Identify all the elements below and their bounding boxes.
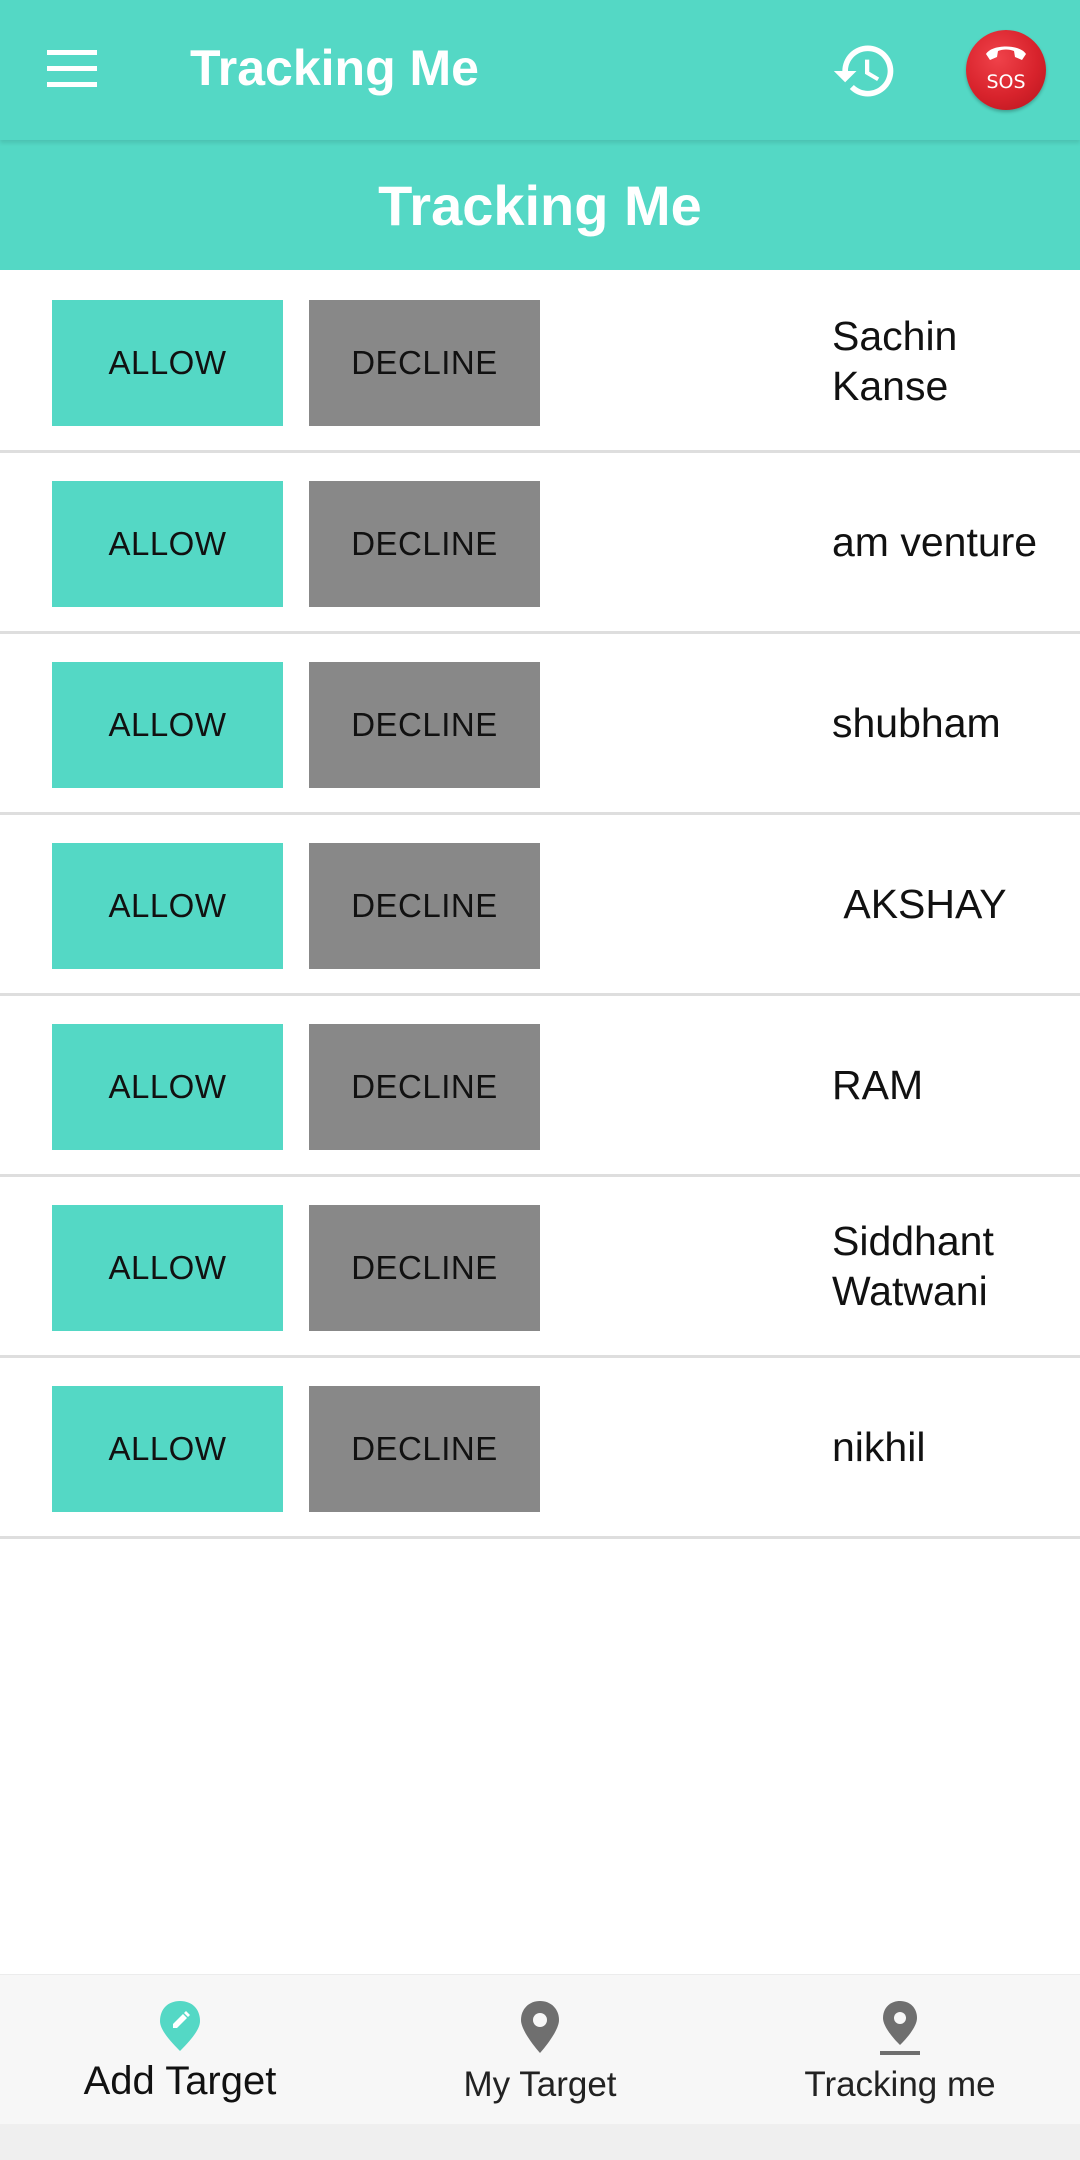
- sos-button[interactable]: SOS: [966, 30, 1046, 110]
- list-item: ALLOW DECLINE Siddhant Watwani: [0, 1177, 1080, 1358]
- requester-name: am venture: [832, 519, 1038, 565]
- list-item: ALLOW DECLINE RAM: [0, 996, 1080, 1177]
- system-navigation-bar: [0, 2124, 1080, 2160]
- decline-button[interactable]: DECLINE: [309, 1205, 540, 1331]
- list-item: ALLOW DECLINE AKSHAY: [0, 815, 1080, 996]
- allow-button[interactable]: ALLOW: [52, 1205, 283, 1331]
- list-item: ALLOW DECLINE shubham: [0, 634, 1080, 815]
- tracking-request-list: ALLOW DECLINE Sachin Kanse ALLOW DECLINE…: [0, 272, 1080, 1539]
- nav-label: Tracking me: [804, 2065, 996, 2104]
- requester-name: AKSHAY: [843, 881, 1007, 927]
- app-bar: Tracking Me SOS: [0, 0, 1080, 140]
- section-title: Tracking Me: [378, 174, 702, 237]
- history-button[interactable]: [823, 29, 907, 113]
- decline-button[interactable]: DECLINE: [309, 481, 540, 607]
- decline-button[interactable]: DECLINE: [309, 662, 540, 788]
- nav-label: Add Target: [83, 2059, 277, 2103]
- requester-name: shubham: [832, 700, 1001, 746]
- bottom-navigation: Add Target My Target Tracking me: [0, 1974, 1080, 2125]
- menu-icon: [47, 50, 97, 87]
- list-item: ALLOW DECLINE Sachin Kanse: [0, 272, 1080, 453]
- menu-button[interactable]: [30, 30, 114, 114]
- requester-name: Sachin Kanse: [832, 313, 958, 409]
- phone-icon: [986, 46, 1026, 60]
- nav-tracking-me[interactable]: Tracking me: [720, 1975, 1080, 2125]
- decline-button[interactable]: DECLINE: [309, 1024, 540, 1150]
- requester-name: Siddhant Watwani: [832, 1218, 994, 1314]
- list-item: ALLOW DECLINE am venture: [0, 453, 1080, 634]
- requester-name: RAM: [832, 1062, 924, 1108]
- tracking-me-screen: Tracking Me SOS Tracking Me ALLOW DECLIN…: [0, 0, 1080, 2160]
- sos-label: SOS: [986, 71, 1026, 93]
- nav-add-target[interactable]: Add Target: [0, 1975, 360, 2125]
- decline-button[interactable]: DECLINE: [309, 1386, 540, 1512]
- edit-pin-icon: [160, 2001, 200, 2051]
- decline-button[interactable]: DECLINE: [309, 843, 540, 969]
- decline-button[interactable]: DECLINE: [309, 300, 540, 426]
- section-header: Tracking Me: [0, 140, 1080, 270]
- allow-button[interactable]: ALLOW: [52, 1024, 283, 1150]
- nav-my-target[interactable]: My Target: [360, 1975, 720, 2125]
- allow-button[interactable]: ALLOW: [52, 843, 283, 969]
- allow-button[interactable]: ALLOW: [52, 481, 283, 607]
- history-icon: [833, 45, 894, 97]
- app-title: Tracking Me: [190, 40, 479, 96]
- location-pin-icon: [880, 2001, 920, 2055]
- allow-button[interactable]: ALLOW: [52, 300, 283, 426]
- requester-name: nikhil: [832, 1424, 926, 1470]
- list-item: ALLOW DECLINE nikhil: [0, 1358, 1080, 1539]
- location-pin-icon: [521, 2001, 559, 2053]
- allow-button[interactable]: ALLOW: [52, 662, 283, 788]
- nav-label: My Target: [463, 2065, 617, 2104]
- allow-button[interactable]: ALLOW: [52, 1386, 283, 1512]
